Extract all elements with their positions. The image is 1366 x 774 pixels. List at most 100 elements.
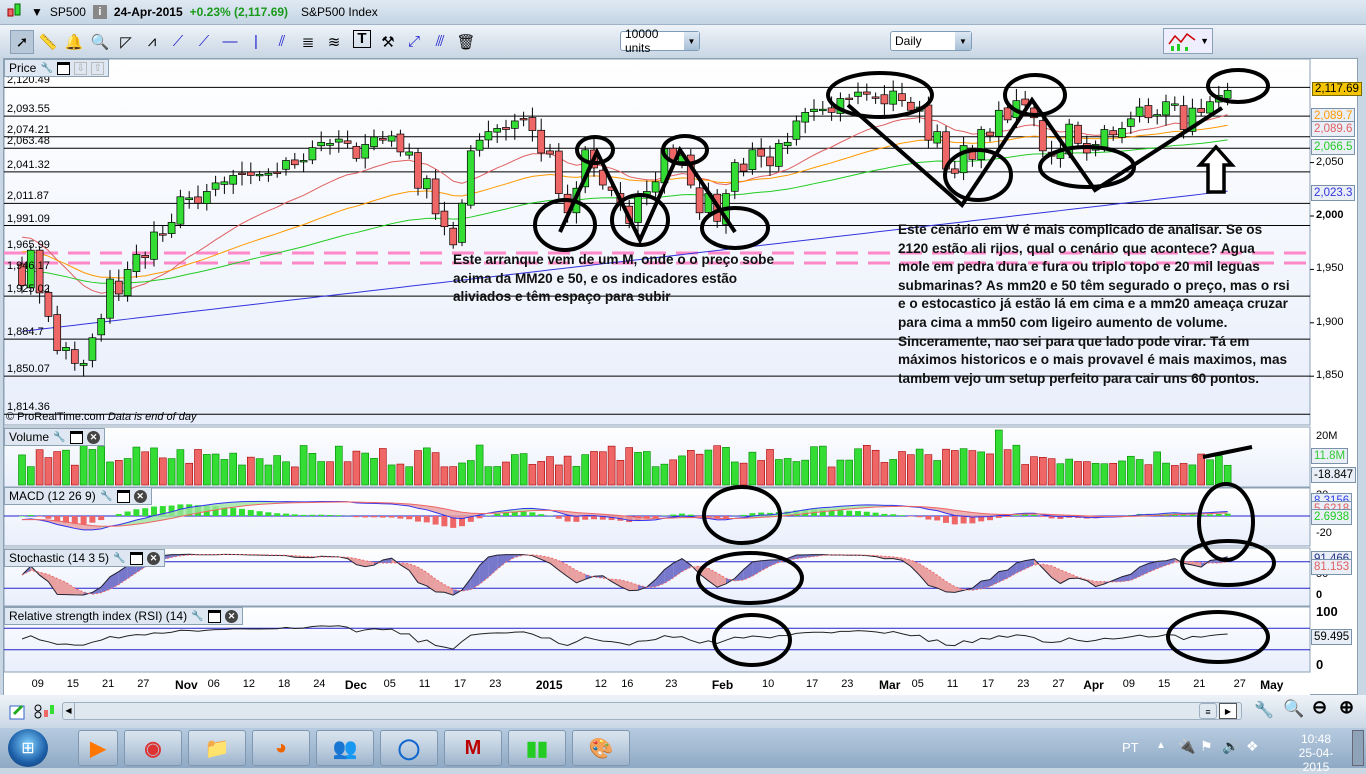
volume-bar	[696, 454, 703, 485]
macd-histogram-bar	[309, 515, 315, 516]
move-down-icon[interactable]: ⇩	[74, 62, 87, 75]
volume-bar	[520, 454, 527, 485]
candle-body	[133, 254, 140, 271]
app-circle-icon[interactable]: ◯	[380, 730, 438, 766]
volume-bar	[705, 450, 712, 485]
volume-bar	[652, 467, 659, 485]
bottom-bar: ◀ ≡ ▶ 🔧 🔍 ⊖ ⊕	[0, 695, 1366, 727]
macd-histogram-bar	[538, 514, 544, 516]
show-hidden-icons[interactable]: ▲	[1156, 740, 1166, 751]
candle-body	[758, 149, 765, 156]
wrench-icon[interactable]: 🔧	[40, 62, 53, 75]
mcafee-icon[interactable]: M	[444, 730, 502, 766]
candle-body	[1075, 125, 1082, 143]
auto-zoom-icon[interactable]: 🔍	[1283, 699, 1304, 719]
horizontal-scrollbar[interactable]: ◀ ≡ ▶	[62, 702, 1242, 720]
power-icon[interactable]: 🔌	[1178, 738, 1195, 755]
candle-body	[256, 174, 263, 176]
link-candle-icon[interactable]	[34, 702, 56, 725]
candle-body	[1119, 128, 1126, 137]
right-tick-label: 2,000	[1316, 209, 1344, 221]
left-level-label: 2,093.55	[7, 103, 50, 115]
candle-body	[98, 319, 105, 335]
maximize-icon[interactable]	[70, 431, 83, 444]
x-axis-label: 06	[208, 678, 220, 690]
candle-body	[467, 151, 474, 205]
volume-bar	[159, 458, 166, 485]
file-explorer-icon[interactable]: 📁	[188, 730, 246, 766]
volume-bar	[397, 464, 404, 485]
start-button[interactable]: ⊞	[8, 729, 48, 767]
volume-bar	[476, 445, 483, 485]
left-level-label: 2,074.21	[7, 124, 50, 136]
left-level-label: 1,884.7	[7, 326, 44, 338]
volume-bar	[1189, 465, 1196, 485]
candle-body	[107, 279, 114, 318]
stochastic-panel-label: Stochastic (14 3 5)	[9, 551, 109, 565]
chrome-icon[interactable]: ◉	[124, 730, 182, 766]
candle-body	[547, 151, 554, 154]
volume-bar	[36, 450, 43, 485]
export-icon[interactable]	[8, 702, 30, 725]
stochastic-tick-label: 0	[1316, 589, 1322, 601]
maximize-icon[interactable]	[117, 490, 130, 503]
x-axis-label: Dec	[345, 678, 367, 692]
x-axis-label: 16	[621, 678, 633, 690]
x-axis-label: 17	[806, 678, 818, 690]
volume-bar	[212, 454, 219, 485]
maximize-icon[interactable]	[208, 610, 221, 623]
candle-body	[203, 191, 210, 203]
flag-icon[interactable]: ⚑	[1200, 738, 1213, 755]
zoom-in-icon[interactable]: ⊕	[1339, 697, 1354, 718]
volume-bar	[371, 458, 378, 485]
volume-bar	[635, 452, 642, 485]
candle-body	[450, 228, 457, 245]
close-icon[interactable]: ✕	[87, 431, 100, 444]
messenger-icon[interactable]: 👥	[316, 730, 374, 766]
media-player-icon[interactable]: ▶	[78, 730, 118, 766]
candle-body	[247, 172, 254, 175]
candle-body	[221, 182, 228, 185]
scroll-thumb[interactable]: ≡	[1199, 703, 1217, 719]
firefox-icon[interactable]: ◕	[252, 730, 310, 766]
chart-settings-icon[interactable]: 🔧	[1254, 700, 1274, 720]
macd-histogram-bar	[151, 507, 157, 516]
x-axis-label: May	[1260, 678, 1283, 692]
candle-body	[1171, 104, 1178, 106]
move-up-icon[interactable]: ⇧	[91, 62, 104, 75]
language-indicator[interactable]: PT	[1122, 740, 1139, 755]
wrench-icon[interactable]: 🔧	[191, 610, 204, 623]
wrench-icon[interactable]: 🔧	[100, 490, 113, 503]
close-icon[interactable]: ✕	[134, 490, 147, 503]
macd-value-badge: 2.6938	[1311, 509, 1352, 525]
close-icon[interactable]: ✕	[225, 610, 238, 623]
prorealtime-icon[interactable]: ▮▮	[508, 730, 566, 766]
volume-bar	[353, 451, 360, 485]
maximize-icon[interactable]	[57, 62, 70, 75]
macd-histogram-bar	[371, 516, 377, 517]
candle-body	[353, 146, 360, 158]
wrench-icon[interactable]: 🔧	[53, 431, 66, 444]
zoom-out-icon[interactable]: ⊖	[1312, 697, 1327, 718]
volume-icon[interactable]: 🔊	[1222, 738, 1239, 755]
macd-histogram-bar	[723, 516, 729, 518]
paint-icon[interactable]: 🎨	[572, 730, 630, 766]
scroll-right-icon[interactable]: ▶	[1219, 703, 1237, 719]
left-level-label: 1,946.17	[7, 260, 50, 272]
wrench-icon[interactable]: 🔧	[113, 552, 126, 565]
candle-body	[899, 94, 906, 101]
candle-body	[520, 118, 527, 120]
left-level-label: 1,925.02	[7, 283, 50, 295]
candle-body	[265, 173, 272, 175]
volume-bar	[89, 449, 96, 485]
volume-bar	[643, 452, 650, 485]
dropbox-icon[interactable]: ❖	[1246, 738, 1259, 755]
maximize-icon[interactable]	[130, 552, 143, 565]
macd-histogram-bar	[934, 516, 940, 520]
volume-bar	[978, 452, 985, 485]
scroll-left-icon[interactable]: ◀	[63, 703, 75, 719]
x-axis-label: 24	[313, 678, 325, 690]
candle-body	[1207, 102, 1214, 113]
show-desktop-button[interactable]	[1352, 730, 1364, 766]
close-icon[interactable]: ✕	[147, 552, 160, 565]
